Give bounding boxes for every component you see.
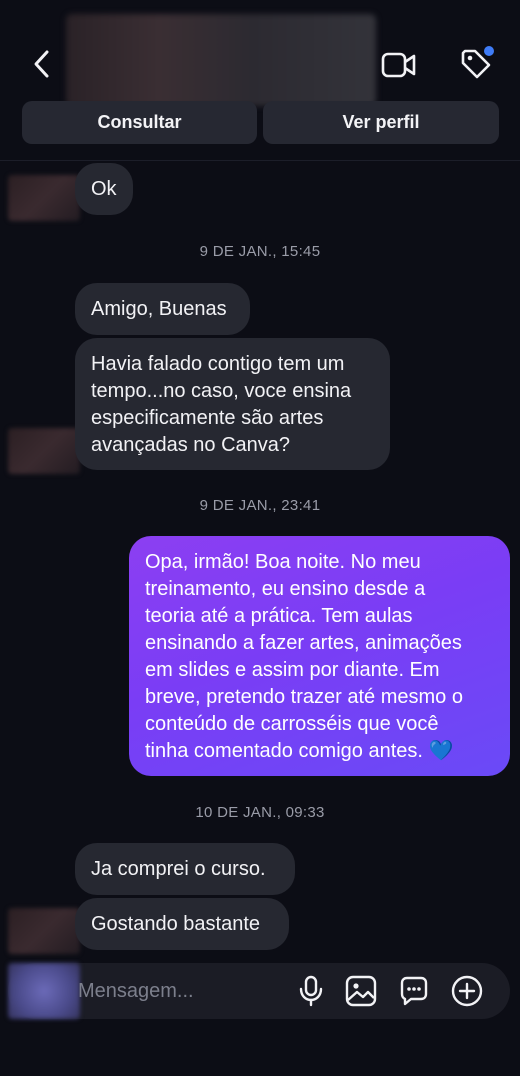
message-line: Opa, irmão! Boa noite. No meu — [145, 551, 421, 573]
back-button[interactable] — [22, 44, 62, 84]
message-incoming[interactable]: Amigo, Buenas — [75, 283, 250, 335]
view-profile-button[interactable]: Ver perfil — [263, 101, 499, 144]
message-incoming[interactable]: Ok — [75, 163, 133, 215]
message-text: Amigo, Buenas — [91, 297, 227, 320]
avatar[interactable] — [8, 175, 80, 221]
timestamp: 10 DE JAN., 09:33 — [195, 804, 325, 821]
gallery-button[interactable] — [342, 972, 380, 1010]
message-incoming[interactable]: Gostando bastante — [75, 898, 289, 950]
more-actions-button[interactable] — [448, 972, 486, 1010]
chat-header: Consultar Ver perfil — [0, 0, 520, 161]
timestamp: 9 DE JAN., 23:41 — [199, 497, 321, 514]
contact-name-redacted[interactable] — [66, 14, 376, 106]
chevron-left-icon — [34, 50, 49, 78]
consult-button[interactable]: Consultar — [22, 101, 257, 144]
message-line: em slides e assim por diante. Em — [145, 659, 440, 681]
message-incoming[interactable]: Havia falado contigo tem um tempo...no c… — [75, 338, 390, 470]
own-avatar — [8, 963, 80, 1019]
chat-bubble-icon — [400, 976, 428, 1006]
message-line: treinamento, eu ensino desde a — [145, 578, 426, 600]
message-line: Havia falado contigo tem um — [91, 353, 345, 375]
sticker-button[interactable] — [395, 972, 433, 1010]
avatar[interactable] — [8, 908, 80, 954]
message-text: Ok — [91, 177, 117, 200]
message-line: avançadas no Canva? — [91, 434, 291, 456]
message-incoming[interactable]: Ja comprei o curso. — [75, 843, 295, 895]
timestamp: 9 DE JAN., 15:45 — [199, 243, 321, 260]
message-outgoing[interactable]: Opa, irmão! Boa noite. No meu treinament… — [129, 536, 510, 776]
message-text: Gostando bastante — [91, 912, 261, 935]
tag-button[interactable] — [454, 42, 498, 86]
video-call-button[interactable] — [378, 44, 420, 86]
plus-circle-icon — [451, 975, 483, 1007]
image-icon — [345, 975, 377, 1007]
message-line: especificamente são artes — [91, 407, 324, 429]
message-line: breve, pretendo trazer até mesmo o — [145, 686, 463, 708]
message-line: tinha comentado comigo antes. 💙 — [145, 740, 454, 762]
notification-dot — [484, 46, 494, 56]
voice-message-button[interactable] — [292, 972, 330, 1010]
avatar[interactable] — [8, 428, 80, 474]
message-input[interactable]: Mensagem... — [78, 980, 194, 1003]
message-line: ensinando a fazer artes, animações — [145, 632, 462, 654]
message-line: conteúdo de carrosséis que você — [145, 713, 439, 735]
message-line: teoria até a prática. Tem aulas — [145, 605, 413, 627]
message-line: tempo...no caso, voce ensina — [91, 380, 352, 402]
video-camera-icon — [381, 52, 416, 78]
message-text: Ja comprei o curso. — [91, 857, 266, 880]
microphone-icon — [299, 975, 323, 1007]
